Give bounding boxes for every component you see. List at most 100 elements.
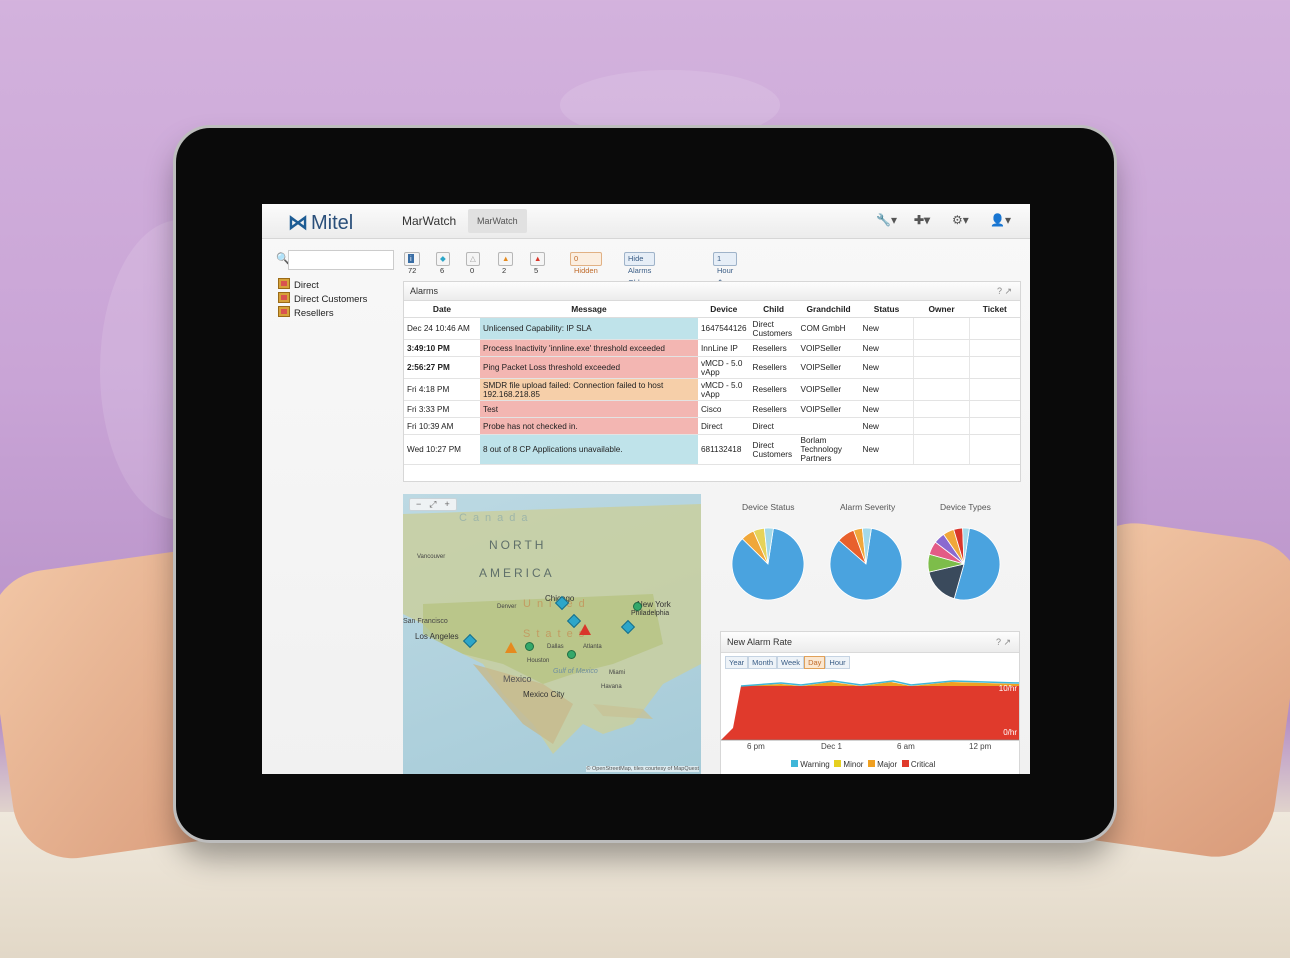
map-label-havana: Havana — [601, 684, 622, 690]
cell-device: vMCD - 5.0 vApp — [698, 356, 750, 379]
table-row[interactable]: 2:56:27 PM Ping Packet Loss threshold exc… — [404, 356, 1020, 379]
map-marker-icon[interactable] — [525, 642, 534, 651]
plus-icon[interactable]: ✚▾ — [914, 213, 930, 227]
map-marker-icon[interactable] — [633, 602, 642, 611]
panel-title: New Alarm Rate — [727, 637, 793, 647]
legend-swatch — [901, 760, 909, 767]
device-map[interactable]: −⤢+ Canada NORTH AMERICA United States M… — [403, 494, 701, 774]
badge-count: 0 — [470, 266, 475, 275]
hidden-count-button[interactable]: 0 Hidden — [570, 252, 602, 275]
cell-device: Direct — [698, 417, 750, 435]
sidebar-item-direct-customers[interactable]: Direct Customers — [278, 292, 367, 305]
badge-count: 5 — [534, 266, 539, 275]
pie-title-device-status: Device Status — [742, 502, 795, 512]
badge-info[interactable]: i 72 — [404, 252, 421, 275]
cell-message: Ping Packet Loss threshold exceeded — [480, 356, 698, 379]
app-title: MarWatch — [402, 214, 457, 228]
folder-icon — [278, 306, 290, 317]
badge-major[interactable]: ▲ 2 — [498, 252, 514, 275]
cell-owner — [913, 339, 970, 357]
tab-marwatch[interactable]: MarWatch — [468, 209, 527, 233]
range-week-button[interactable]: Week — [777, 656, 805, 669]
sidebar-item-label: Resellers — [294, 308, 334, 319]
cell-device: 1647544126 — [698, 317, 750, 340]
legend-critical[interactable]: Critical — [901, 760, 936, 769]
range-day-button[interactable]: Day — [804, 656, 826, 669]
range-month-button[interactable]: Month — [748, 656, 778, 669]
zoom-out-button[interactable]: − — [412, 499, 425, 509]
cell-grandchild: VOIPSeller — [797, 378, 860, 401]
table-header-row: Date Message Device Child Grandchild Sta… — [404, 301, 1020, 318]
cell-date: Wed 10:27 PM — [404, 434, 480, 465]
cell-ticket — [969, 434, 1020, 465]
map-alert-icon[interactable] — [505, 642, 517, 653]
cell-grandchild: VOIPSeller — [797, 400, 860, 418]
cell-date: Fri 4:18 PM — [404, 378, 480, 401]
legend-label: Critical — [910, 760, 936, 769]
col-child[interactable]: Child — [749, 301, 798, 318]
legend-major[interactable]: Major — [867, 760, 897, 769]
cell-message: Probe has not checked in. — [480, 417, 698, 435]
critical-icon: ▲ — [534, 254, 542, 263]
panel-header: New Alarm Rate ? ↗ — [721, 632, 1019, 653]
sidebar-item-label: Direct — [294, 280, 319, 291]
range-year-button[interactable]: Year — [725, 656, 749, 669]
cell-child: Direct Customers — [749, 317, 798, 340]
map-label-philadelphia: Philadelphia — [631, 610, 670, 617]
panel-controls[interactable]: ? ↗ — [997, 282, 1012, 300]
wrench-icon[interactable]: 🔧▾ — [876, 213, 897, 227]
col-date[interactable]: Date — [404, 301, 480, 318]
alarms-panel: Alarms ? ↗ Date Message Device Child Gran… — [403, 281, 1021, 482]
panel-controls[interactable]: ? ↗ — [996, 632, 1011, 652]
cell-ticket — [969, 378, 1020, 401]
map-marker-icon[interactable] — [567, 650, 576, 659]
map-label-los-angeles: Los Angeles — [415, 632, 459, 641]
range-selector: Year Month Week Day Hour — [725, 656, 850, 669]
user-icon[interactable]: 👤▾ — [990, 213, 1011, 227]
table-row[interactable]: Fri 3:33 PM Test Cisco Resellers VOIPSeller N… — [404, 400, 1020, 418]
col-owner[interactable]: Owner — [913, 301, 970, 318]
range-hour-button[interactable]: Hour — [825, 656, 850, 669]
legend-minor[interactable]: Minor — [834, 760, 863, 769]
badge-warning[interactable]: ◆ 6 — [436, 252, 450, 275]
cell-child: Resellers — [749, 378, 798, 401]
legend-warning[interactable]: Warning — [791, 760, 830, 769]
cell-message: 8 out of 8 CP Applications unavailable. — [480, 434, 698, 465]
badge-critical[interactable]: ▲ 5 — [530, 252, 546, 275]
cell-device: 681132418 — [698, 434, 750, 465]
table-row[interactable]: Wed 10:27 PM 8 out of 8 CP Applications u… — [404, 434, 1020, 465]
cell-ticket — [969, 339, 1020, 357]
gear-icon[interactable]: ⚙▾ — [952, 213, 969, 227]
sidebar-item-direct[interactable]: Direct — [278, 278, 319, 291]
zoom-extent-button[interactable]: ⤢ — [425, 499, 440, 509]
map-label-america: AMERICA — [479, 566, 555, 580]
cell-owner — [913, 317, 970, 340]
badge-minor[interactable]: △ 0 — [466, 252, 480, 275]
map-alert-icon[interactable] — [579, 624, 591, 635]
map-attribution: © OpenStreetMap, tiles courtesy of MapQu… — [586, 766, 699, 772]
col-status[interactable]: Status — [859, 301, 914, 318]
cell-grandchild: COM GmbH — [797, 317, 860, 340]
table-row[interactable]: Fri 10:39 AM Probe has not checked in. Dir… — [404, 417, 1020, 435]
hide-older-select[interactable]: 1 Hour ⇕ — [713, 252, 738, 287]
cell-status: New — [859, 417, 914, 435]
table-row[interactable]: Fri 4:18 PM SMDR file upload failed: Conn… — [404, 378, 1020, 401]
col-grandchild[interactable]: Grandchild — [797, 301, 860, 318]
table-row[interactable]: Dec 24 10:46 AM Unlicensed Capability: IP… — [404, 317, 1020, 340]
col-ticket[interactable]: Ticket — [969, 301, 1020, 318]
map-label-north: NORTH — [489, 538, 547, 552]
cell-status: New — [859, 434, 914, 465]
badge-count: 72 — [408, 266, 417, 275]
sidebar-item-resellers[interactable]: Resellers — [278, 306, 334, 319]
zoom-in-button[interactable]: + — [440, 499, 453, 509]
col-device[interactable]: Device — [698, 301, 750, 318]
cell-device: Cisco — [698, 400, 750, 418]
search-input[interactable] — [288, 250, 394, 270]
cell-ticket — [969, 356, 1020, 379]
table-row[interactable]: 3:49:10 PM Process Inactivity 'innline.ex… — [404, 339, 1020, 357]
alarm-rate-chart — [721, 680, 1019, 741]
y-tick-label: 10/hr — [998, 684, 1017, 693]
legend-swatch — [867, 760, 875, 767]
col-message[interactable]: Message — [480, 301, 698, 318]
cell-date: Fri 3:33 PM — [404, 400, 480, 418]
